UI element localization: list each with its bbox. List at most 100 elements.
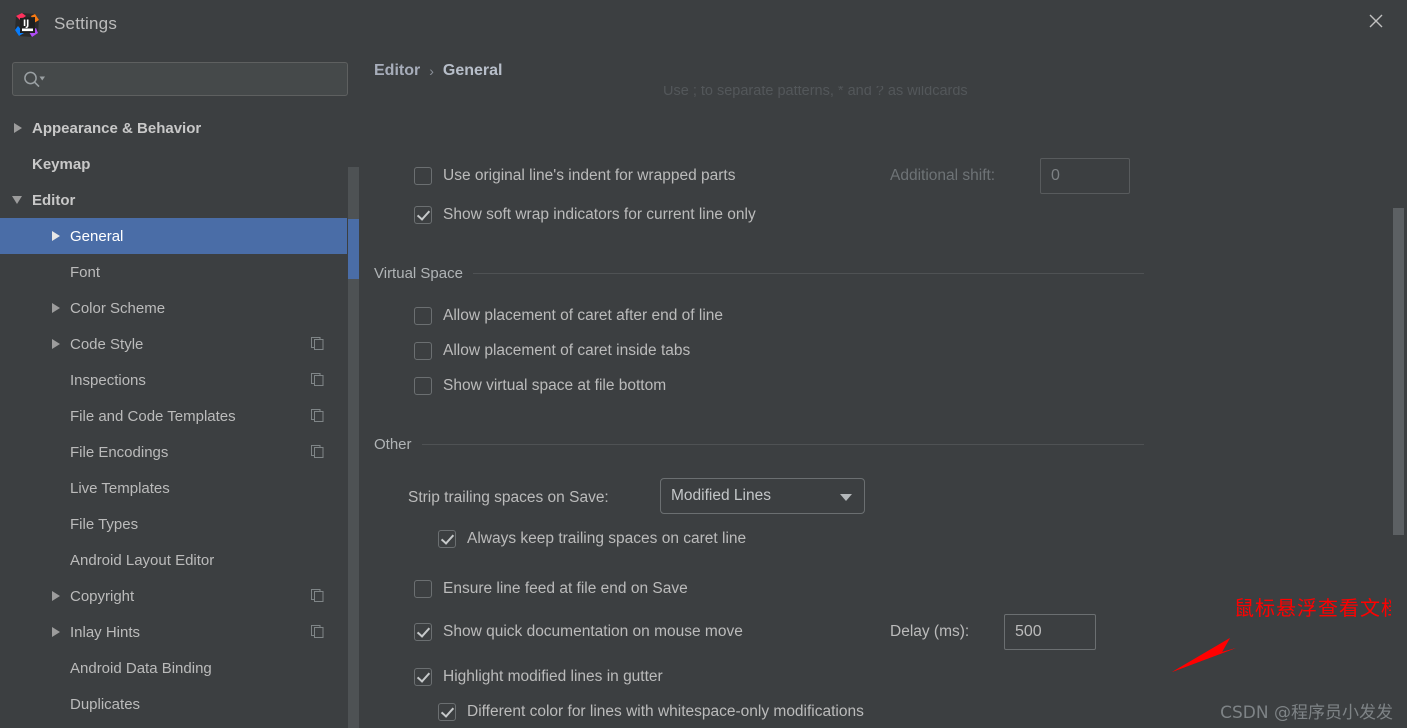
- watermark: CSDN @程序员小发发: [1220, 703, 1393, 723]
- search-input[interactable]: [51, 63, 343, 95]
- different-color-whitespace-label: Different color for lines with whitespac…: [467, 703, 864, 720]
- sidebar-item-editor[interactable]: Editor: [0, 182, 347, 218]
- ensure-line-feed-row[interactable]: Ensure line feed at file end on Save: [414, 580, 688, 598]
- sidebar-item-label: Editor: [32, 191, 76, 209]
- chevron-right-icon[interactable]: [12, 121, 26, 135]
- sidebar-item-inlay-hints[interactable]: Inlay Hints: [0, 614, 347, 650]
- different-color-whitespace-checkbox[interactable]: [438, 703, 456, 721]
- sidebar-item-label: Code Style: [70, 335, 144, 353]
- settings-tree: Appearance & Behavior Keymap Editor General…: [0, 110, 347, 728]
- additional-shift-input[interactable]: [1040, 158, 1130, 194]
- allow-caret-inside-tabs-label: Allow placement of caret inside tabs: [443, 342, 691, 359]
- sidebar-item-android-layout-editor[interactable]: Android Layout Editor: [0, 542, 347, 578]
- sidebar-item-inspections[interactable]: Inspections: [0, 362, 347, 398]
- allow-caret-after-eol-row[interactable]: Allow placement of caret after end of li…: [414, 307, 723, 325]
- sidebar-scrollbar-thumb[interactable]: [348, 219, 359, 279]
- always-keep-trailing-row[interactable]: Always keep trailing spaces on caret lin…: [438, 530, 746, 548]
- close-icon[interactable]: [1353, 0, 1399, 42]
- show-quick-doc-label: Show quick documentation on mouse move: [443, 623, 743, 640]
- intellij-idea-logo-icon: IJ: [13, 11, 41, 39]
- show-virtual-space-bottom-checkbox[interactable]: [414, 377, 432, 395]
- other-section-header: Other: [374, 436, 1144, 453]
- sidebar-item-label: Font: [70, 263, 101, 281]
- section-divider: [421, 444, 1144, 445]
- sidebar-item-file-types[interactable]: File Types: [0, 506, 347, 542]
- sidebar-item-general[interactable]: General: [0, 218, 347, 254]
- additional-shift-group: Additional shift:: [890, 167, 995, 185]
- chevron-right-icon[interactable]: [50, 301, 64, 315]
- sidebar-item-android-data-binding[interactable]: Android Data Binding: [0, 650, 347, 686]
- highlight-modified-checkbox[interactable]: [414, 668, 432, 686]
- sidebar-item-label: Color Scheme: [70, 299, 166, 317]
- use-original-indent-row[interactable]: Use original line's indent for wrapped p…: [414, 167, 735, 185]
- allow-caret-after-eol-checkbox[interactable]: [414, 307, 432, 325]
- different-color-whitespace-row[interactable]: Different color for lines with whitespac…: [438, 703, 864, 721]
- sidebar-item-duplicates[interactable]: Duplicates: [0, 686, 347, 722]
- delay-label: Delay (ms):: [890, 623, 970, 640]
- delay-input[interactable]: [1004, 614, 1096, 650]
- chevron-right-icon[interactable]: [50, 229, 64, 243]
- sidebar-item-label: Inspections: [70, 371, 146, 389]
- sidebar-item-label: Copyright: [70, 587, 135, 605]
- wildcard-hint-text: Use ; to separate patterns, * and ? as w…: [663, 86, 968, 98]
- allow-caret-inside-tabs-row[interactable]: Allow placement of caret inside tabs: [414, 342, 690, 360]
- sidebar-item-label: File Types: [70, 515, 139, 533]
- sidebar-item-label: File Encodings: [70, 443, 169, 461]
- additional-shift-label: Additional shift:: [890, 167, 996, 184]
- search-icon[interactable]: [22, 70, 48, 90]
- sidebar-item-font[interactable]: Font: [0, 254, 347, 290]
- copy-settings-icon[interactable]: [311, 337, 324, 350]
- use-original-indent-checkbox[interactable]: [414, 167, 432, 185]
- use-original-indent-label: Use original line's indent for wrapped p…: [443, 167, 736, 184]
- sidebar-item-label: Live Templates: [70, 479, 170, 497]
- chevron-down-icon[interactable]: [12, 193, 26, 207]
- show-quick-doc-checkbox[interactable]: [414, 623, 432, 641]
- show-virtual-space-bottom-label: Show virtual space at file bottom: [443, 377, 667, 394]
- show-soft-wrap-indicators-row[interactable]: Show soft wrap indicators for current li…: [414, 206, 756, 224]
- sidebar-item-keymap[interactable]: Keymap: [0, 146, 347, 182]
- sidebar-item-label: General: [70, 227, 124, 245]
- sidebar-item-file-and-code-templates[interactable]: File and Code Templates: [0, 398, 347, 434]
- sidebar-item-color-scheme[interactable]: Color Scheme: [0, 290, 347, 326]
- main-scrollbar-thumb[interactable]: [1393, 208, 1404, 535]
- copy-settings-icon[interactable]: [311, 373, 324, 386]
- sidebar-item-live-templates[interactable]: Live Templates: [0, 470, 347, 506]
- copy-settings-icon[interactable]: [311, 409, 324, 422]
- sidebar-item-label: Appearance & Behavior: [32, 119, 202, 137]
- allow-caret-inside-tabs-checkbox[interactable]: [414, 342, 432, 360]
- sidebar-item-code-style[interactable]: Code Style: [0, 326, 347, 362]
- delay-label-row: Delay (ms):: [890, 623, 969, 641]
- copy-settings-icon[interactable]: [311, 445, 324, 458]
- chevron-right-icon[interactable]: [50, 337, 64, 351]
- sidebar-item-file-encodings[interactable]: File Encodings: [0, 434, 347, 470]
- chevron-down-icon[interactable]: [840, 494, 852, 501]
- copy-settings-icon[interactable]: [311, 589, 324, 602]
- show-quick-doc-row[interactable]: Show quick documentation on mouse move: [414, 623, 743, 641]
- strip-trailing-combobox[interactable]: Modified Lines: [660, 478, 865, 514]
- breadcrumb-leaf: General: [442, 62, 503, 79]
- virtual-space-title: Virtual Space: [374, 265, 463, 282]
- title-bar: IJ Settings: [0, 0, 1407, 49]
- copy-settings-icon[interactable]: [311, 625, 324, 638]
- sidebar-item-label: Android Data Binding: [70, 659, 212, 677]
- sidebar-item-appearance-behavior[interactable]: Appearance & Behavior: [0, 110, 347, 146]
- chevron-right-icon[interactable]: [50, 625, 64, 639]
- annotation-text: 鼠标悬浮查看文档: [1234, 596, 1402, 620]
- show-virtual-space-bottom-row[interactable]: Show virtual space at file bottom: [414, 377, 666, 395]
- breadcrumb-root[interactable]: Editor: [374, 62, 420, 80]
- show-soft-wrap-indicators-checkbox[interactable]: [414, 206, 432, 224]
- window-title: Settings: [54, 14, 118, 33]
- always-keep-trailing-checkbox[interactable]: [438, 530, 456, 548]
- highlight-modified-row[interactable]: Highlight modified lines in gutter: [414, 668, 663, 686]
- ensure-line-feed-checkbox[interactable]: [414, 580, 432, 598]
- search-box[interactable]: [12, 62, 348, 96]
- chevron-right-icon[interactable]: [50, 589, 64, 603]
- sidebar-item-copyright[interactable]: Copyright: [0, 578, 347, 614]
- settings-content: Use ; to separate patterns, * and ? as w…: [360, 84, 1390, 728]
